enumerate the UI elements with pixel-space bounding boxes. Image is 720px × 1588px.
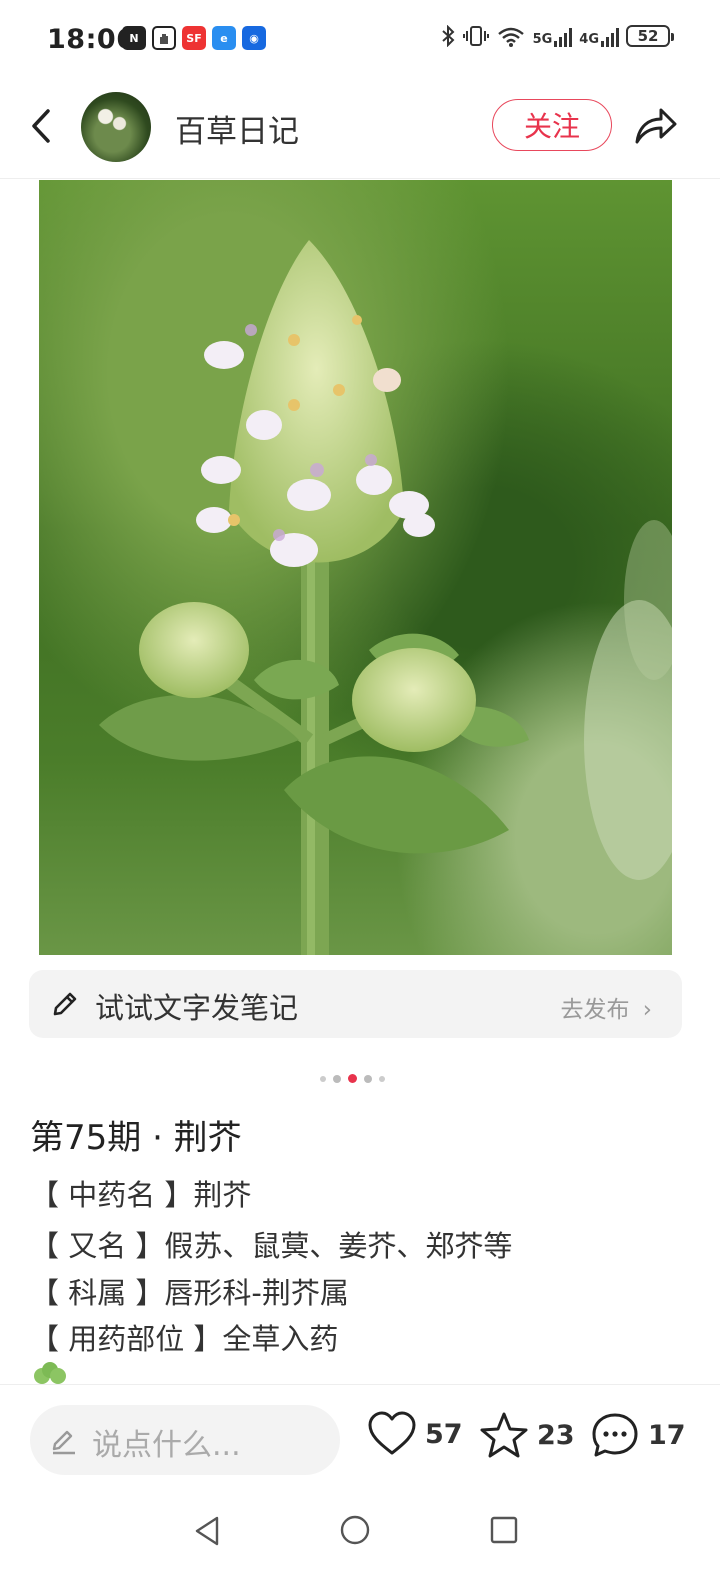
nav-back-icon[interactable] [192, 1514, 222, 1548]
system-nav-bar [0, 1494, 720, 1588]
follow-button[interactable]: 关注 [492, 99, 612, 151]
signal-4g-icon [601, 25, 619, 47]
browser-app-icon: e [212, 26, 236, 50]
author-avatar[interactable] [81, 92, 151, 162]
post-line-medicinal-part: 【 用药部位 】全草入药 [30, 1322, 339, 1356]
sf-express-icon: SF [182, 26, 206, 50]
carousel-dot [364, 1074, 372, 1083]
heart-icon [368, 1411, 416, 1455]
app-notification-icon: ◉ [242, 26, 266, 50]
bottom-action-bar: 说点什么... 57 23 17 [0, 1384, 720, 1495]
carousel-dot [333, 1074, 341, 1083]
publish-link[interactable]: 去发布 › [560, 990, 652, 1024]
carousel-dot-active [348, 1074, 357, 1083]
pencil-icon [53, 992, 77, 1016]
post-photo[interactable] [39, 180, 672, 955]
battery-indicator: 52 [626, 25, 674, 47]
carousel-dot [320, 1075, 326, 1082]
chevron-right-icon: › [642, 997, 652, 1023]
nfc-icon: N [122, 26, 146, 50]
note-prompt-text: 试试文字发笔记 [95, 991, 299, 1025]
post-title: 第75期 · 荆芥 [30, 1118, 242, 1158]
network-5g-label: 5G [532, 32, 553, 47]
text-note-prompt[interactable]: 试试文字发笔记 去发布 › [29, 970, 682, 1038]
post-line-medicine-name: 【 中药名 】荆芥 [30, 1178, 252, 1212]
battery-level: 52 [637, 27, 659, 45]
signal-5g-icon [554, 25, 573, 47]
hand-icon [152, 26, 176, 50]
carousel-indicator [320, 1074, 385, 1083]
back-arrow-icon[interactable] [26, 106, 56, 146]
notification-icons: N SF e ◉ [122, 26, 266, 50]
collect-count: 23 [537, 1419, 575, 1451]
post-line-family: 【 科属 】唇形科-荆芥属 [30, 1276, 349, 1310]
star-icon [480, 1412, 528, 1458]
like-count: 57 [425, 1418, 463, 1450]
comment-placeholder: 说点什么... [92, 1428, 241, 1463]
comment-bubble-icon [592, 1413, 638, 1457]
like-button[interactable]: 57 [367, 1411, 463, 1457]
bluetooth-icon [441, 25, 455, 47]
comment-input[interactable]: 说点什么... [30, 1405, 340, 1475]
nav-home-icon[interactable] [339, 1514, 371, 1546]
system-status-icons: 5G 4G 52 [440, 25, 674, 47]
publish-label: 去发布 [560, 997, 630, 1023]
wifi-icon [497, 27, 524, 47]
status-bar: 18:06 N SF e ◉ 5G 4G 52 [0, 0, 720, 82]
post-header: 百草日记 关注 [0, 82, 720, 179]
network-4g-label: 4G [579, 32, 599, 47]
collect-button[interactable]: 23 [479, 1411, 575, 1459]
carousel-dot [379, 1075, 385, 1082]
share-icon[interactable] [633, 104, 679, 148]
edit-icon [52, 1430, 75, 1455]
clover-emoji-icon [34, 1362, 66, 1384]
comment-button[interactable]: 17 [590, 1411, 686, 1459]
author-name[interactable]: 百草日记 [175, 106, 299, 151]
comment-count: 17 [648, 1419, 686, 1451]
post-line-aliases: 【 又名 】假苏、鼠蓂、姜芥、郑芥等 [30, 1229, 513, 1263]
nav-recents-icon[interactable] [489, 1515, 519, 1545]
vibrate-icon [462, 26, 489, 46]
catnip-plant-image [99, 240, 672, 955]
